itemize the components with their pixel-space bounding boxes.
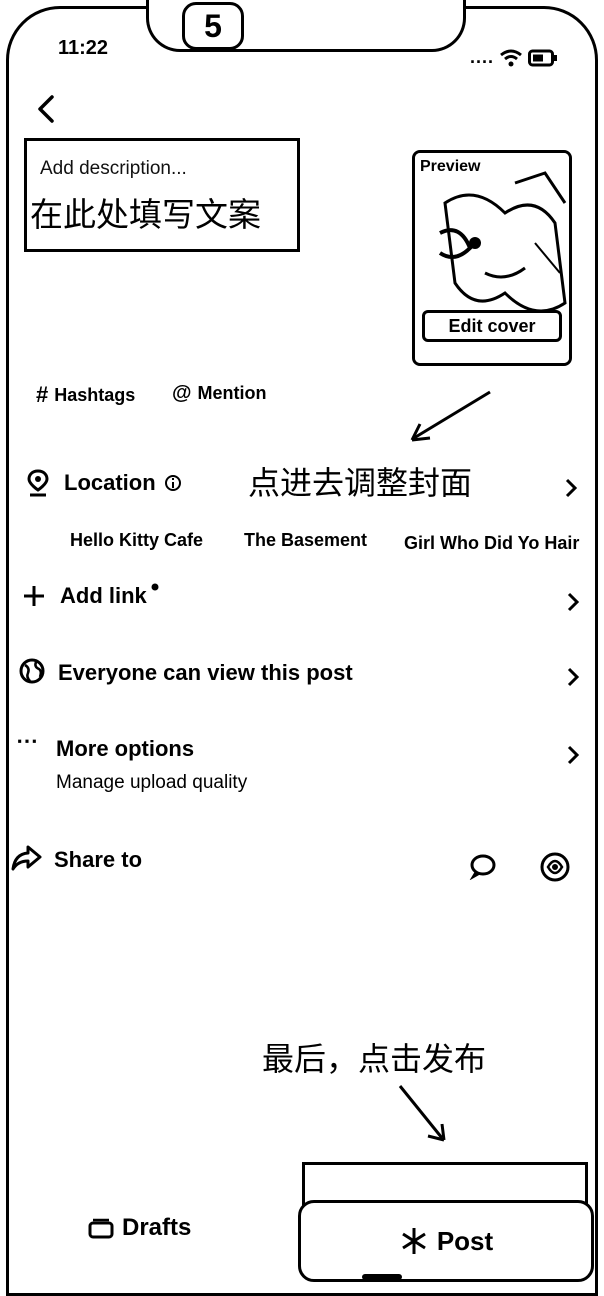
post-button[interactable]: Post — [298, 1200, 594, 1282]
location-suggestion-1[interactable]: Hello Kitty Cafe — [70, 530, 203, 551]
chevron-right-icon — [567, 592, 580, 612]
location-pin-icon — [27, 469, 49, 497]
chevron-right-icon — [565, 478, 578, 498]
more-options-sublabel: Manage upload quality — [56, 772, 248, 793]
more-options-label: More options — [56, 736, 195, 761]
location-suggestion-3[interactable]: Girl Who Did Yo Hair — [404, 533, 579, 554]
at-icon: @ — [172, 382, 192, 404]
share-app-icon[interactable] — [538, 850, 572, 884]
drafts-icon — [88, 1218, 114, 1239]
signal-dots: .... — [470, 47, 495, 67]
home-indicator — [362, 1274, 402, 1280]
sparkle-icon — [402, 1228, 426, 1254]
new-dot-icon — [151, 583, 159, 591]
location-suggestion-2[interactable]: The Basement — [244, 530, 367, 551]
status-time: 11:22 — [58, 37, 109, 59]
wifi-icon — [500, 49, 522, 67]
cover-hint-arrow — [410, 390, 491, 442]
back-button[interactable] — [32, 92, 62, 126]
add-link-label: Add link — [60, 583, 147, 608]
drafts-button[interactable]: Drafts — [88, 1214, 191, 1242]
globe-icon — [19, 658, 45, 684]
info-icon[interactable] — [164, 474, 182, 492]
hashtags-label: Hashtags — [54, 384, 136, 405]
status-signal: .... — [470, 47, 558, 68]
cover-hint-annotation: 点进去调整封面 — [248, 464, 473, 502]
chevron-left-icon — [38, 95, 54, 123]
chevron-right-icon — [567, 667, 580, 687]
ellipsis-icon: ⋯ — [16, 728, 39, 753]
chevron-right-icon — [567, 745, 580, 765]
step-number-badge: 5 — [182, 2, 244, 50]
post-hint-annotation: 最后，点击发布 — [262, 1040, 487, 1078]
post-label: Post — [436, 1225, 494, 1256]
battery-icon — [528, 49, 558, 67]
location-label: Location — [64, 470, 156, 495]
drafts-label: Drafts — [122, 1214, 192, 1241]
share-to-label: Share to — [54, 847, 143, 872]
mention-button[interactable]: @ Mention — [172, 382, 267, 405]
hashtags-button[interactable]: # Hashtags — [36, 382, 135, 408]
mention-label: Mention — [197, 383, 267, 403]
description-annotation: 在此处填写文案 — [30, 195, 261, 234]
edit-cover-button[interactable]: Edit cover — [422, 310, 562, 342]
share-arrow-icon — [11, 845, 42, 871]
post-hint-arrow — [398, 1085, 446, 1142]
privacy-label: Everyone can view this post — [58, 660, 353, 685]
plus-icon — [24, 586, 44, 606]
hash-icon: # — [36, 382, 49, 407]
cover-preview-label: Preview — [420, 158, 481, 175]
message-bubble-icon[interactable] — [468, 852, 498, 880]
description-placeholder: Add description... — [40, 158, 187, 179]
